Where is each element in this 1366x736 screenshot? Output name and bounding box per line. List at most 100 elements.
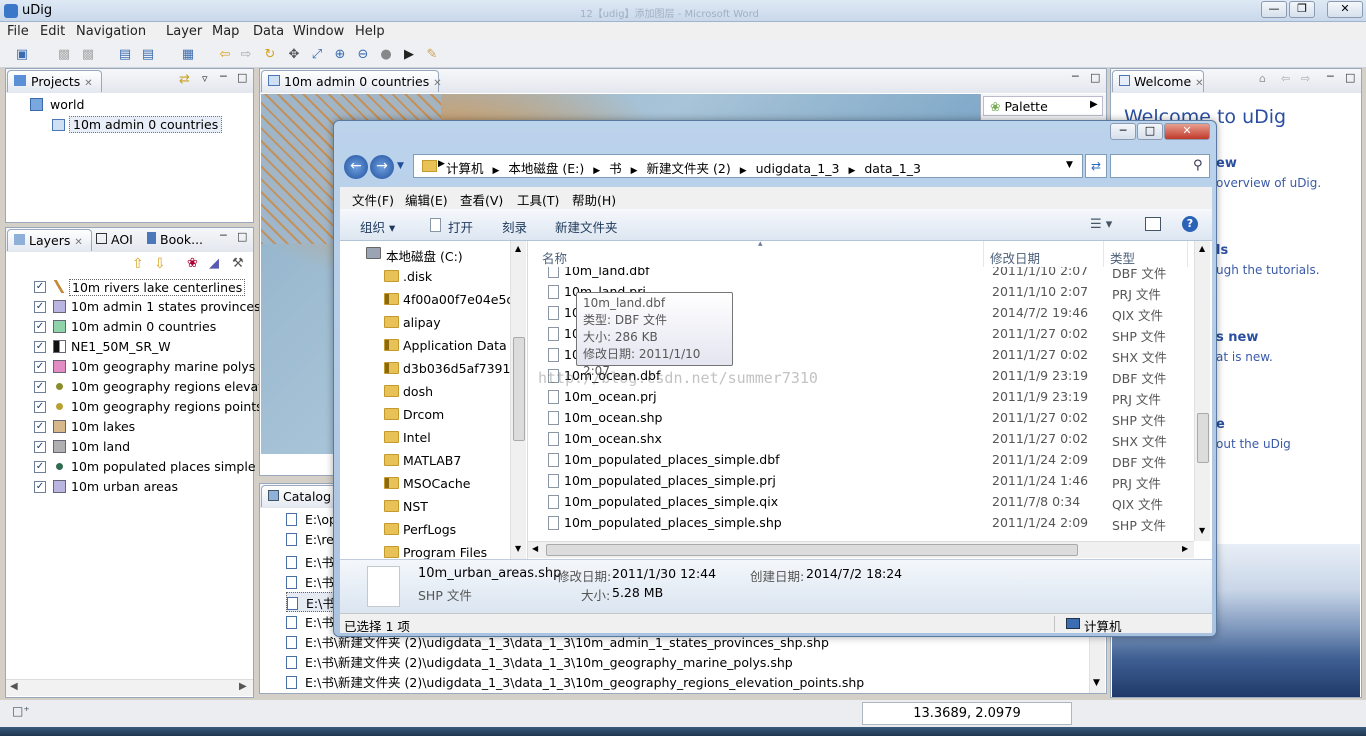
- scroll-down-icon[interactable]: ▼: [1199, 526, 1205, 535]
- layer-row[interactable]: ✓ NE1_50M_SR_W: [1, 337, 255, 357]
- map-edit-icon[interactable]: ▤: [140, 47, 156, 63]
- burn-button[interactable]: 刻录: [502, 217, 527, 236]
- close-button[interactable]: ✕: [1327, 1, 1363, 18]
- scroll-right-icon[interactable]: ▶: [1182, 544, 1188, 553]
- search-icon[interactable]: ⚲: [1193, 158, 1203, 173]
- menu-window[interactable]: Window: [293, 24, 344, 39]
- tree-folder-item[interactable]: Application Data: [340, 335, 510, 358]
- zoom-in-icon[interactable]: ⊕: [332, 47, 348, 63]
- files-vscrollbar[interactable]: ▲ ▼: [1194, 241, 1210, 541]
- welcome-section-title[interactable]: ew: [1216, 156, 1237, 171]
- refresh-icon[interactable]: ↻: [262, 47, 278, 63]
- menu-edit[interactable]: Edit: [40, 24, 65, 39]
- welcome-section-title[interactable]: s new: [1216, 330, 1258, 345]
- catalog-item[interactable]: E:\op: [286, 512, 337, 532]
- tree-folder-item[interactable]: MATLAB7: [340, 450, 510, 473]
- layer-row[interactable]: ✓ 10m geography regions elevati: [1, 377, 267, 397]
- catalog-item[interactable]: E:\书: [286, 612, 334, 632]
- file-row[interactable]: 10m_ocean.shp 2011/1/27 0:02 SHP 文件: [528, 408, 1188, 429]
- scroll-thumb[interactable]: [1197, 413, 1209, 463]
- minimize-view-icon[interactable]: ─: [220, 70, 227, 83]
- menu-navigation[interactable]: Navigation: [76, 24, 146, 39]
- layer-row[interactable]: ✓ 10m admin 0 countries: [1, 317, 255, 337]
- tab-bookmarks[interactable]: Book...: [147, 232, 203, 247]
- menu-file-cn[interactable]: 文件(F): [352, 190, 394, 209]
- organize-button[interactable]: 组织 ▾: [360, 217, 395, 236]
- preview-pane-icon[interactable]: [1145, 217, 1161, 231]
- close-icon[interactable]: ✕: [433, 78, 441, 89]
- breadcrumb-book[interactable]: 书: [609, 161, 622, 176]
- edit-tool-icon[interactable]: ✎: [424, 47, 440, 63]
- tree-folder-item[interactable]: PerfLogs: [340, 519, 510, 542]
- file-row[interactable]: 10m_ocean.shx 2011/1/27 0:02 SHX 文件: [528, 429, 1188, 450]
- map-icon[interactable]: ▤: [117, 47, 133, 63]
- layer-row[interactable]: ✓ 10m geography marine polys: [1, 357, 255, 377]
- close-icon[interactable]: ✕: [74, 237, 82, 248]
- palette-expand-icon[interactable]: ▶: [1090, 99, 1098, 110]
- tree-folder-item[interactable]: Program Files: [340, 542, 510, 559]
- file-row[interactable]: 10m_populated_places_simple.shp 2011/1/24…: [528, 513, 1188, 534]
- new-icon[interactable]: ▣: [14, 47, 30, 63]
- catalog-item[interactable]: E:\书: [286, 572, 334, 592]
- view-menu-icon[interactable]: ▿: [202, 72, 208, 85]
- menu-edit-cn[interactable]: 编辑(E): [405, 190, 448, 209]
- forward-icon[interactable]: ⇨: [238, 47, 254, 63]
- menu-file[interactable]: File: [7, 24, 29, 39]
- catalog-item[interactable]: E:\书: [286, 592, 336, 612]
- layer-row[interactable]: ✓ 10m geography regions points: [1, 397, 263, 417]
- breadcrumb-drive-e[interactable]: 本地磁盘 (E:): [508, 161, 584, 176]
- explorer-minimize-button[interactable]: ─: [1110, 123, 1136, 140]
- new-folder-button[interactable]: 新建文件夹: [555, 217, 618, 236]
- layer-visibility-checkbox[interactable]: ✓: [34, 401, 46, 413]
- explorer-maximize-button[interactable]: □: [1137, 123, 1163, 140]
- layer-row[interactable]: ✓ 10m populated places simple: [1, 457, 256, 477]
- menu-data[interactable]: Data: [253, 24, 284, 39]
- help-icon[interactable]: ?: [1182, 216, 1198, 232]
- layer-row[interactable]: ✓ 10m admin 1 states provinces s: [1, 297, 271, 317]
- zoom-extent-icon[interactable]: ⤢: [309, 47, 325, 63]
- edit-style-icon[interactable]: ◢: [209, 256, 219, 271]
- column-type[interactable]: 类型: [1104, 241, 1188, 267]
- save-all-icon[interactable]: ▩: [80, 47, 96, 63]
- file-row[interactable]: 10m_populated_places_simple.prj 2011/1/24…: [528, 471, 1188, 492]
- tree-folder-item[interactable]: Intel: [340, 427, 510, 450]
- address-bar[interactable]: ▶ 计算机 ▶ 本地磁盘 (E:) ▶ 书 ▶ 新建文件夹 (2) ▶ udig…: [413, 154, 1083, 178]
- tab-layers[interactable]: Layers ✕: [7, 229, 92, 251]
- files-hscrollbar[interactable]: ◀ ▶: [528, 541, 1194, 558]
- layer-row[interactable]: ✓ 10m lakes: [1, 417, 255, 437]
- nav-back-icon[interactable]: ⇦: [1281, 72, 1290, 85]
- move-down-icon[interactable]: ⇩: [154, 256, 166, 272]
- menu-tools-cn[interactable]: 工具(T): [517, 190, 559, 209]
- tree-folder-item[interactable]: MSOCache: [340, 473, 510, 496]
- scroll-up-icon[interactable]: ▲: [1199, 244, 1205, 253]
- breadcrumb-data[interactable]: data_1_3: [864, 161, 921, 176]
- scroll-down-icon[interactable]: ▼: [1093, 678, 1100, 688]
- breadcrumb-computer[interactable]: 计算机: [446, 161, 484, 176]
- menu-layer[interactable]: Layer: [166, 24, 202, 39]
- menu-help[interactable]: Help: [355, 24, 385, 39]
- layer-props-icon[interactable]: ⚒: [232, 256, 244, 271]
- scroll-up-icon[interactable]: ▲: [515, 244, 521, 253]
- file-row[interactable]: 10m_populated_places_simple.qix 2011/7/8 …: [528, 492, 1188, 513]
- catalog-item[interactable]: E:\书\新建文件夹 (2)\udigdata_1_3\data_1_3\10m…: [286, 672, 864, 692]
- maximize-view-icon[interactable]: □: [237, 71, 247, 84]
- scroll-thumb[interactable]: [513, 337, 525, 441]
- open-button[interactable]: 打开: [448, 217, 473, 236]
- info-icon[interactable]: ●: [378, 47, 394, 63]
- catalog-item[interactable]: E:\书: [286, 552, 334, 572]
- tree-vscrollbar[interactable]: ▲ ▼: [510, 241, 526, 559]
- tab-welcome[interactable]: Welcome ✕: [1112, 70, 1204, 92]
- palette-header[interactable]: ❀ Palette ▶: [983, 96, 1103, 116]
- select-icon[interactable]: ▶: [401, 47, 417, 63]
- back-button[interactable]: ←: [344, 155, 368, 179]
- maximize-view-icon[interactable]: □: [1090, 71, 1100, 84]
- column-date[interactable]: 修改日期: [984, 241, 1104, 267]
- breadcrumb-sep-icon[interactable]: ▶: [438, 159, 445, 169]
- tab-catalog[interactable]: Catalog: [261, 485, 341, 507]
- address-dropdown-icon[interactable]: ▼: [1066, 160, 1073, 170]
- tree-folder-item[interactable]: 4f00a00f7e04e5cf: [340, 289, 510, 312]
- save-icon[interactable]: ▩: [56, 47, 72, 63]
- layer-visibility-checkbox[interactable]: ✓: [34, 381, 46, 393]
- tree-folder-item[interactable]: Drcom: [340, 404, 510, 427]
- catalog-item[interactable]: E:\书\新建文件夹 (2)\udigdata_1_3\data_1_3\10m…: [286, 652, 793, 672]
